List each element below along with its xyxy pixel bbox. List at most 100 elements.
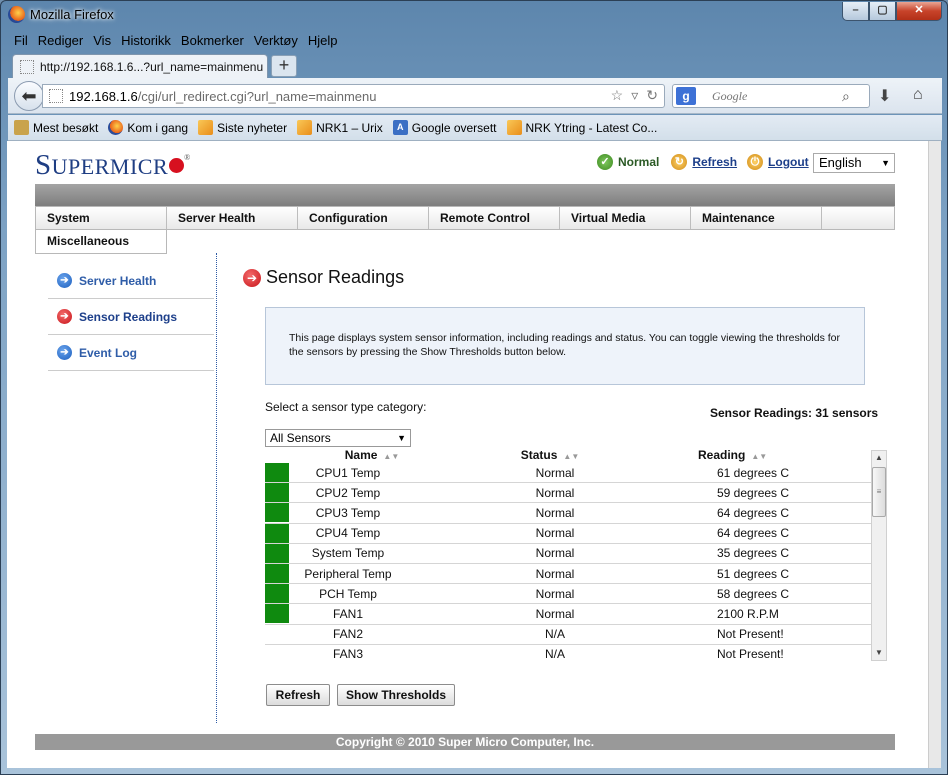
table-header: Name ▲▼ Status ▲▼ Reading ▲▼ <box>265 448 871 463</box>
page-icon <box>20 60 34 74</box>
scroll-thumb[interactable]: ≡ <box>872 467 886 517</box>
table-row[interactable]: CPU2 Temp Normal 59 degrees C <box>265 483 871 504</box>
header-bar <box>35 184 895 206</box>
status-indicator <box>265 564 289 584</box>
sensor-count: Sensor Readings: 31 sensors <box>710 406 879 420</box>
new-tab-button[interactable]: + <box>271 55 297 77</box>
dropdown-icon[interactable]: ▿ <box>631 87 638 104</box>
download-icon[interactable]: ⬇ <box>878 86 891 106</box>
tab-miscellaneous[interactable]: Miscellaneous <box>35 230 167 254</box>
rss-icon <box>297 120 313 135</box>
tab-remote-control[interactable]: Remote Control <box>429 207 560 229</box>
status-indicator <box>265 584 289 604</box>
column-status[interactable]: Status ▲▼ <box>455 448 645 463</box>
bookmark-google-translate[interactable]: A Google oversett <box>392 120 497 135</box>
home-icon[interactable]: ⌂ <box>913 86 923 104</box>
address-bar[interactable]: 192.168.1.6/cgi/url_redirect.cgi?url_nam… <box>42 84 665 108</box>
status-indicator <box>265 604 289 624</box>
back-button[interactable]: ⬅ <box>14 81 44 111</box>
sidebar-item-sensor-readings[interactable]: ➔ Sensor Readings <box>48 299 214 335</box>
tab-configuration[interactable]: Configuration <box>298 207 429 229</box>
logout-link[interactable]: Logout <box>768 155 809 169</box>
logo-dot <box>169 158 185 173</box>
browser-tab[interactable]: http://192.168.1.6...?url_name=mainmenu <box>12 54 268 79</box>
sort-icon[interactable]: ▲▼ <box>563 452 579 461</box>
logout-icon[interactable]: ⏻ <box>747 154 764 170</box>
google-icon[interactable]: g <box>676 87 696 105</box>
show-thresholds-button[interactable]: Show Thresholds <box>337 684 455 706</box>
refresh-button[interactable]: Refresh <box>266 684 330 706</box>
search-bar[interactable]: g ⌕ <box>672 84 870 108</box>
table-scrollbar[interactable]: ▲ ≡ ▼ <box>871 450 887 661</box>
chevron-down-icon: ▼ <box>397 433 406 443</box>
menu-history[interactable]: Historikk <box>121 33 171 48</box>
menu-edit[interactable]: Rediger <box>38 33 84 48</box>
refresh-icon[interactable]: ↻ <box>671 154 688 170</box>
window-controls: – ▢ ✕ <box>842 2 942 21</box>
sort-icon[interactable]: ▲▼ <box>383 452 399 461</box>
bookmark-nrk-ytring[interactable]: NRK Ytring - Latest Co... <box>506 120 657 135</box>
category-select[interactable]: All Sensors ▼ <box>265 429 411 447</box>
status-indicator <box>265 483 289 503</box>
table-row[interactable]: FAN3 N/A Not Present! <box>265 645 871 661</box>
menu-file[interactable]: Fil <box>14 33 28 48</box>
table-row[interactable]: CPU4 Temp Normal 64 degrees C <box>265 523 871 544</box>
language-select[interactable]: English ▼ <box>813 153 895 173</box>
tab-maintenance[interactable]: Maintenance <box>691 207 822 229</box>
column-reading[interactable]: Reading ▲▼ <box>645 448 871 463</box>
translate-icon: A <box>392 120 408 135</box>
menu-tools[interactable]: Verktøy <box>254 33 298 48</box>
page-title: ➔ Sensor Readings <box>243 267 404 288</box>
sidebar-item-server-health[interactable]: ➔ Server Health <box>48 263 214 299</box>
menu-bar: Fil Rediger Vis Historikk Bokmerker Verk… <box>8 30 942 51</box>
bookmarks-toolbar: Mest besøkt Kom i gang Siste nyheter NRK… <box>8 115 942 141</box>
table-row[interactable]: FAN1 Normal 2100 R.P.M <box>265 604 871 625</box>
status-indicator <box>265 523 289 543</box>
chevron-down-icon: ▼ <box>881 158 890 168</box>
close-button[interactable]: ✕ <box>896 2 942 21</box>
site-identity-icon <box>49 89 63 103</box>
back-arrow-icon: ⬅ <box>21 86 37 106</box>
firefox-icon <box>108 120 124 135</box>
search-icon[interactable]: ⌕ <box>842 88 850 105</box>
table-row[interactable]: CPU3 Temp Normal 64 degrees C <box>265 503 871 524</box>
table-row[interactable]: Peripheral Temp Normal 51 degrees C <box>265 564 871 585</box>
menu-help[interactable]: Hjelp <box>308 33 338 48</box>
table-row[interactable]: CPU1 Temp Normal 61 degrees C <box>265 463 871 484</box>
scroll-down-icon[interactable]: ▼ <box>872 646 886 660</box>
tab-strip: http://192.168.1.6...?url_name=mainmenu … <box>8 52 942 79</box>
bookmark-star-icon[interactable]: ☆ <box>611 87 624 104</box>
status-normal: Normal <box>618 155 660 169</box>
tab-server-health[interactable]: Server Health <box>167 207 298 229</box>
menu-bookmarks[interactable]: Bokmerker <box>181 33 244 48</box>
reload-icon[interactable]: ↻ <box>646 87 658 104</box>
table-row[interactable]: System Temp Normal 35 degrees C <box>265 543 871 564</box>
title-bar: Mozilla Firefox – ▢ ✕ <box>1 1 947 29</box>
bookmark-latest-news[interactable]: Siste nyheter <box>198 120 287 135</box>
page-scrollbar[interactable] <box>928 141 941 768</box>
sidebar-item-event-log[interactable]: ➔ Event Log <box>48 335 214 371</box>
sort-icon[interactable]: ▲▼ <box>751 452 767 461</box>
arrow-right-icon: ➔ <box>243 268 261 287</box>
firefox-icon <box>8 6 25 23</box>
minimize-button[interactable]: – <box>842 2 869 21</box>
bookmark-nrk1-urix[interactable]: NRK1 – Urix <box>297 120 383 135</box>
main-nav: System Server Health Configuration Remot… <box>35 206 895 230</box>
maximize-button[interactable]: ▢ <box>869 2 896 21</box>
tab-virtual-media[interactable]: Virtual Media <box>560 207 691 229</box>
tab-system[interactable]: System <box>36 207 167 229</box>
table-row[interactable]: FAN2 N/A Not Present! <box>265 625 871 645</box>
url-host: 192.168.1.6 <box>69 88 138 104</box>
url-tools: ☆ ▿ ↻ <box>611 87 658 104</box>
bookmark-getting-started[interactable]: Kom i gang <box>108 120 188 135</box>
info-box: This page displays system sensor informa… <box>265 307 865 385</box>
bookmark-most-visited[interactable]: Mest besøkt <box>14 120 98 135</box>
refresh-link[interactable]: Refresh <box>692 155 737 169</box>
scroll-up-icon[interactable]: ▲ <box>872 451 886 465</box>
table-row[interactable]: PCH Temp Normal 58 degrees C <box>265 584 871 605</box>
search-input[interactable] <box>712 88 842 104</box>
menu-view[interactable]: Vis <box>93 33 111 48</box>
folder-icon <box>14 120 29 135</box>
column-name[interactable]: Name ▲▼ <box>265 448 455 463</box>
arrow-right-icon: ➔ <box>57 345 72 360</box>
